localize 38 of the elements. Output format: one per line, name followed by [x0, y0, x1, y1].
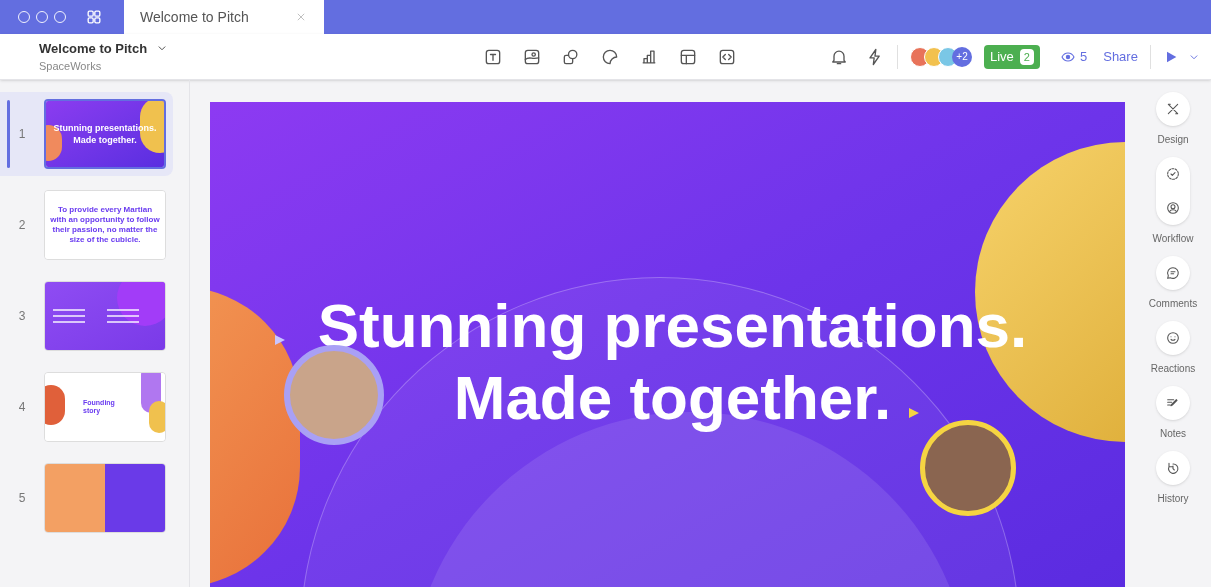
rail-button[interactable]	[1156, 256, 1190, 290]
rail-button[interactable]	[1156, 451, 1190, 485]
history-icon[interactable]	[1165, 460, 1181, 476]
live-button[interactable]: Live 2	[984, 44, 1040, 69]
user-icon[interactable]	[1165, 200, 1181, 216]
slide-number: 1	[17, 126, 27, 143]
thumbnail-text: Made together.	[73, 134, 137, 146]
comment-icon[interactable]	[1165, 265, 1181, 281]
slide-number: 5	[17, 490, 27, 507]
rail-label[interactable]: History	[1157, 491, 1189, 506]
slide-number: 2	[17, 217, 27, 234]
slide-thumbnail[interactable]	[44, 281, 166, 351]
rail-label[interactable]: Reactions	[1150, 361, 1196, 376]
smile-icon[interactable]	[1165, 330, 1181, 346]
rail-label[interactable]: Notes	[1159, 426, 1187, 441]
thumbnail-text: To provide every Martian with an opportunity to follow their passion, no matter the size of the cubicle.	[49, 205, 161, 245]
share-button[interactable]: Share	[1103, 46, 1138, 67]
pencil-ruler-icon[interactable]	[1165, 101, 1181, 117]
live-count: 2	[1019, 48, 1034, 65]
rail-button[interactable]	[1156, 386, 1190, 420]
document-tab[interactable]: Welcome to Pitch	[124, 0, 324, 34]
workspace-name: SpaceWorks	[39, 59, 103, 74]
slide-title: Made together.	[453, 362, 892, 434]
presentation-title[interactable]: Welcome to Pitch	[39, 38, 148, 58]
rail-label[interactable]: Comments	[1148, 296, 1198, 311]
rail-button[interactable]	[1156, 157, 1190, 225]
slide-number: 4	[17, 399, 27, 416]
rail-button[interactable]	[1156, 321, 1190, 355]
more-collaborators-badge[interactable]: +2	[952, 46, 972, 67]
dashed-check-icon[interactable]	[1165, 166, 1181, 182]
slide-thumbnail[interactable]: To provide every Martian with an opportunity to follow their passion, no matter the size of the cubicle.	[44, 190, 166, 260]
cursor-icon	[908, 407, 920, 419]
slide-number: 3	[17, 308, 27, 325]
viewer-count: 5	[1080, 47, 1088, 66]
cursor-icon	[274, 334, 286, 346]
rail-label[interactable]: Design	[1157, 132, 1189, 147]
rail-label[interactable]: Workflow	[1152, 231, 1194, 246]
slide-thumbnail[interactable]	[44, 463, 166, 533]
